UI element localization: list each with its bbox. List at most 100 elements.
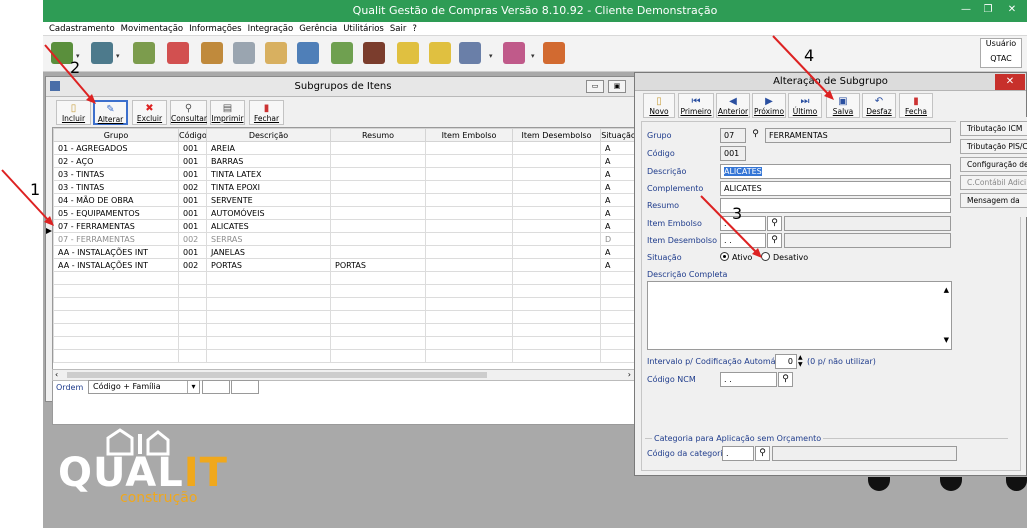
scroll-thumb[interactable] bbox=[67, 372, 487, 378]
excluir-button[interactable]: ✖ Excluir bbox=[132, 100, 167, 125]
menu-cadastramento[interactable]: Cadastramento bbox=[49, 22, 115, 36]
chevron-down-icon[interactable]: ▾ bbox=[187, 381, 199, 393]
mensagem-button[interactable]: Mensagem da bbox=[960, 193, 1027, 208]
tributacao-icm-button[interactable]: Tributação ICM bbox=[960, 121, 1027, 136]
menu-help[interactable]: ? bbox=[412, 22, 417, 36]
org-chart-icon[interactable] bbox=[133, 42, 155, 64]
complemento-field[interactable]: ALICATES bbox=[720, 181, 951, 196]
categoria-field[interactable]: . bbox=[722, 446, 754, 461]
menu-gerencia[interactable]: Gerência bbox=[299, 22, 337, 36]
table-row-selected[interactable]: 07 - FERRAMENTAS 001 ALICATES A bbox=[53, 219, 637, 233]
col-situacao[interactable]: Situação bbox=[600, 128, 637, 142]
books-icon[interactable] bbox=[363, 42, 385, 64]
menu-movimentacao[interactable]: Movimentação bbox=[121, 22, 183, 36]
col-resumo[interactable]: Resumo bbox=[330, 128, 426, 142]
subgroups-minimize-button[interactable]: ▭ bbox=[586, 80, 604, 93]
col-item-embolso[interactable]: Item Embolso bbox=[425, 128, 513, 142]
table-row[interactable]: 03 - TINTAS 001 TINTA LATEX A bbox=[53, 167, 637, 181]
desc-completa-textarea[interactable]: ▲ ▼ bbox=[647, 281, 952, 350]
cell bbox=[512, 167, 601, 181]
scroll-down-icon[interactable]: ▼ bbox=[944, 334, 949, 347]
scroll-right-icon[interactable]: › bbox=[628, 370, 631, 379]
table-row[interactable]: 01 - AGREGADOS 001 AREIA A bbox=[53, 141, 637, 155]
search-icon[interactable]: ⚲ bbox=[755, 446, 770, 461]
folder-down-icon[interactable] bbox=[429, 42, 451, 64]
salva-button[interactable]: ▣ Salva bbox=[826, 93, 860, 118]
table-row[interactable]: 04 - MÃO DE OBRA 001 SERVENTE A bbox=[53, 193, 637, 207]
search-icon[interactable]: ⚲ bbox=[767, 233, 782, 248]
abc-icon[interactable] bbox=[167, 42, 189, 64]
scroll-up-icon[interactable]: ▲ bbox=[944, 284, 949, 297]
scroll-left-icon[interactable]: ‹ bbox=[55, 370, 58, 379]
table-row[interactable]: 03 - TINTAS 002 TINTA EPOXI A bbox=[53, 180, 637, 194]
alteracao-close-button[interactable]: ✕ bbox=[995, 74, 1025, 90]
cell: 001 bbox=[178, 141, 207, 155]
imprimir-button[interactable]: ▤ Imprimir bbox=[210, 100, 245, 125]
money-icon[interactable] bbox=[233, 42, 255, 64]
codigo-field[interactable]: 001 bbox=[720, 146, 746, 161]
novo-label: Novo bbox=[649, 107, 669, 116]
alterar-button[interactable]: ✎ Alterar bbox=[93, 100, 128, 125]
anterior-button[interactable]: ◀ Anterior bbox=[716, 93, 750, 118]
novo-button[interactable]: ▯ Novo bbox=[643, 93, 675, 118]
chevron-down-icon[interactable]: ▾ bbox=[116, 52, 120, 60]
checklist-icon[interactable] bbox=[331, 42, 353, 64]
resumo-field[interactable] bbox=[720, 198, 951, 213]
tributacao-pis-button[interactable]: Tributação PIS/C bbox=[960, 139, 1027, 154]
menu-utilitarios[interactable]: Utilitários bbox=[343, 22, 384, 36]
ccontabil-button[interactable]: C.Contábil Adici bbox=[960, 175, 1027, 190]
col-item-desembolso[interactable]: Item Desembolso bbox=[512, 128, 601, 142]
edit-document-icon[interactable] bbox=[297, 42, 319, 64]
embolso-field[interactable]: . . bbox=[720, 216, 766, 231]
menu-integracao[interactable]: Integração bbox=[248, 22, 294, 36]
search-icon[interactable]: ⚲ bbox=[778, 372, 793, 387]
cell bbox=[330, 167, 426, 181]
table-row[interactable]: 07 - FERRAMENTAS 002 SERRAS D bbox=[53, 232, 637, 246]
fechar-button[interactable]: ▮ Fechar bbox=[249, 100, 284, 125]
truck-icon[interactable] bbox=[91, 42, 113, 64]
ativo-radio[interactable] bbox=[720, 252, 729, 261]
table-row[interactable]: 05 - EQUIPAMENTOS 001 AUTOMÓVEIS A bbox=[53, 206, 637, 220]
table-row[interactable]: 02 - AÇO 001 BARRAS A bbox=[53, 154, 637, 168]
configuracao-button[interactable]: Configuração de F bbox=[960, 157, 1027, 172]
ultimo-button[interactable]: ⏭ Último bbox=[788, 93, 822, 118]
minimize-button[interactable]: — bbox=[955, 2, 977, 18]
chevron-down-icon[interactable]: ▾ bbox=[531, 52, 535, 60]
coins-icon[interactable] bbox=[265, 42, 287, 64]
desembolso-field[interactable]: . . bbox=[720, 233, 766, 248]
table-row[interactable]: AA - INSTALAÇÕES INT 002 PORTAS PORTAS A bbox=[53, 258, 637, 272]
primeiro-button[interactable]: ⏮ Primeiro bbox=[678, 93, 714, 118]
search-icon[interactable]: ⚲ bbox=[767, 216, 782, 231]
exit-door-icon[interactable] bbox=[543, 42, 565, 64]
col-grupo[interactable]: Grupo bbox=[53, 128, 179, 142]
chevron-down-icon[interactable]: ▾ bbox=[489, 52, 493, 60]
consultar-button[interactable]: ⚲ Consultar bbox=[170, 100, 207, 125]
folder-up-icon[interactable] bbox=[397, 42, 419, 64]
close-app-button[interactable]: ✕ bbox=[1001, 2, 1023, 18]
chart-doc-icon[interactable] bbox=[503, 42, 525, 64]
subgroups-maximize-button[interactable]: ▣ bbox=[608, 80, 626, 93]
spinner-icon[interactable]: ▲ ▼ bbox=[798, 354, 803, 368]
ordem-select[interactable]: Código + Família ▾ bbox=[88, 380, 200, 394]
search-icon[interactable]: ⚲ bbox=[748, 128, 763, 143]
ncm-field[interactable]: . . bbox=[720, 372, 777, 387]
menu-sair[interactable]: Sair bbox=[390, 22, 406, 36]
descricao-field[interactable]: ALICATES bbox=[720, 164, 951, 179]
ordem-field-2[interactable] bbox=[231, 380, 259, 394]
col-descricao[interactable]: Descrição bbox=[206, 128, 331, 142]
incluir-button[interactable]: ▯ Incluir bbox=[56, 100, 91, 125]
restore-button[interactable]: ❐ bbox=[977, 2, 999, 18]
col-codigo[interactable]: Código bbox=[178, 128, 207, 142]
table-row[interactable]: AA - INSTALAÇÕES INT 001 JANELAS A bbox=[53, 245, 637, 259]
desfaz-button[interactable]: ↶ Desfaz bbox=[862, 93, 896, 118]
grupo-code-field[interactable]: 07 bbox=[720, 128, 746, 143]
ordem-field-1[interactable] bbox=[202, 380, 230, 394]
proximo-button[interactable]: ▶ Próximo bbox=[752, 93, 786, 118]
report-icon[interactable] bbox=[459, 42, 481, 64]
document-stack-icon[interactable] bbox=[201, 42, 223, 64]
fecha-button[interactable]: ▮ Fecha bbox=[899, 93, 933, 118]
menu-informacoes[interactable]: Informações bbox=[189, 22, 241, 36]
cell bbox=[512, 232, 601, 246]
desativo-radio[interactable] bbox=[761, 252, 770, 261]
intervalo-field[interactable]: 0 bbox=[775, 354, 797, 369]
